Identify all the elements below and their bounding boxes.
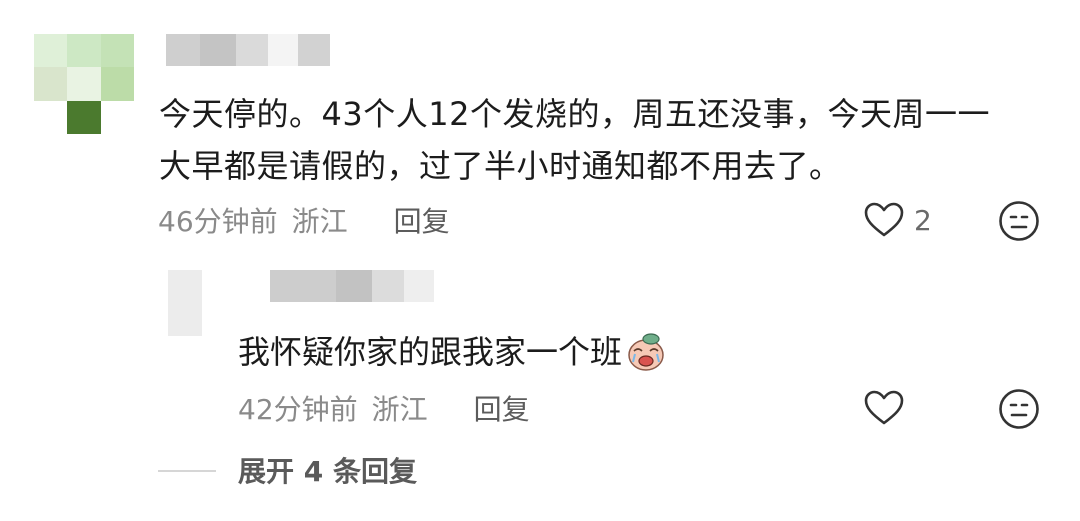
avatar-pixel [34, 67, 68, 101]
emoji-reaction-button[interactable] [998, 200, 1040, 246]
comment-line: 今天停的。43个人12个发烧的，周五还没事，今天周一一 [159, 95, 990, 133]
reply-button[interactable]: 回复 [394, 200, 450, 240]
comment-meta: 46分钟前 浙江 回复 [158, 200, 450, 240]
username-blur-block [298, 34, 330, 66]
reply-emoji-reaction-button[interactable] [998, 388, 1040, 434]
username-blur-block [336, 270, 372, 302]
username[interactable] [166, 34, 330, 66]
reply-text-content: 我怀疑你家的跟我家一个班 [238, 333, 623, 371]
reply-meta: 42分钟前 浙江 回复 [238, 388, 530, 428]
avatar-pixel [100, 34, 134, 68]
expand-replies-button[interactable]: 展开 4 条回复 [238, 450, 417, 490]
comment-line: 大早都是请假的，过了半小时通知都不用去了。 [159, 147, 842, 185]
avatar-pixel [34, 34, 68, 68]
expand-divider [158, 470, 216, 472]
reply-like-button[interactable] [864, 390, 904, 426]
reply-time: 42分钟前 [238, 393, 358, 426]
reply-text: 我怀疑你家的跟我家一个班 [238, 326, 666, 378]
avatar-pixel [100, 67, 134, 101]
avatar-pixel [67, 34, 101, 68]
username-blur-block [404, 270, 434, 302]
comment-location: 浙江 [291, 205, 348, 238]
comment-text: 今天停的。43个人12个发烧的，周五还没事，今天周一一 大早都是请假的，过了半小… [159, 88, 1039, 192]
heart-icon [864, 390, 904, 425]
username-blur-block [166, 34, 200, 66]
like-count: 2 [914, 203, 932, 237]
like-button[interactable]: 2 [864, 202, 932, 238]
avatar-pixel [67, 67, 101, 101]
username-blur-block [236, 34, 268, 66]
reply-avatar[interactable] [168, 270, 202, 336]
crying-sticker-icon [628, 333, 664, 371]
avatar-pixel [100, 100, 134, 134]
reply-username[interactable] [270, 270, 434, 302]
heart-icon [864, 202, 904, 237]
username-blur-block [372, 270, 404, 302]
reply-location: 浙江 [371, 393, 428, 426]
username-blur-block [200, 34, 236, 66]
neutral-face-icon [999, 201, 1039, 241]
avatar[interactable] [34, 34, 134, 134]
neutral-face-icon [999, 389, 1039, 429]
reply-reply-button[interactable]: 回复 [474, 388, 530, 428]
avatar-pixel [34, 100, 68, 134]
comment-time: 46分钟前 [158, 205, 278, 238]
username-blur-block [268, 34, 298, 66]
username-blur-block [270, 270, 336, 302]
avatar-pixel [67, 100, 101, 134]
